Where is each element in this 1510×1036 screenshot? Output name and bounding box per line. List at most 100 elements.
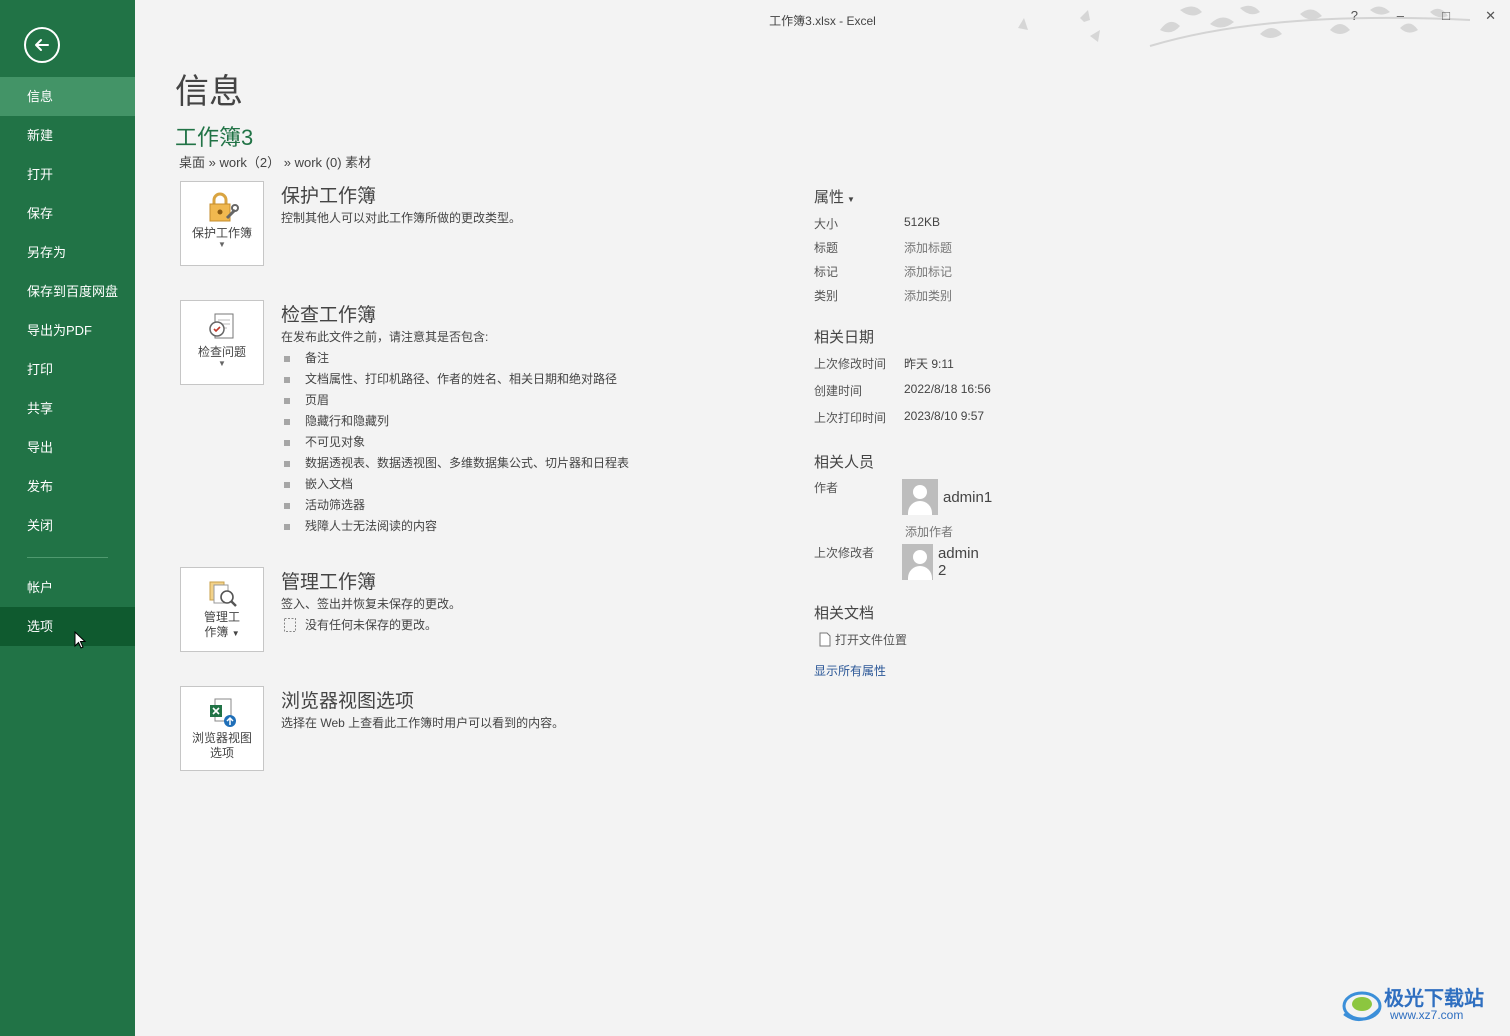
site-logo-icon	[1342, 991, 1382, 1021]
sidebar-item-print[interactable]: 打印	[0, 350, 135, 389]
printed-value: 2023/8/10 9:57	[904, 409, 985, 423]
chevron-down-icon: ▼	[847, 195, 855, 204]
manage-workbook-tile-label-2: 作簿 ▼	[204, 625, 239, 641]
sidebar-item-open[interactable]: 打开	[0, 155, 135, 194]
manage-workbook-icon	[209, 581, 237, 607]
properties-dropdown[interactable]: 属性 ▼	[814, 186, 855, 207]
info-panel: 信息 工作簿3 桌面 » work（2） » work (0) 素材 保护工作簿…	[135, 0, 1510, 1036]
author-name: admin1	[943, 488, 993, 506]
inspect-document-icon	[209, 313, 234, 339]
unsaved-changes-text: 没有任何未保存的更改。	[305, 618, 438, 632]
sidebar-nav: 信息 新建 打开 保存 另存为 保存到百度网盘 导出为PDF 打印 共享 导出 …	[0, 77, 135, 646]
tags-label: 标记	[814, 265, 839, 279]
sidebar-item-save-as[interactable]: 另存为	[0, 233, 135, 272]
excel-web-icon	[210, 698, 236, 727]
created-value: 2022/8/18 16:56	[904, 382, 991, 396]
sidebar-item-options[interactable]: 选项	[0, 607, 135, 646]
sidebar-item-new[interactable]: 新建	[0, 116, 135, 155]
modified-value: 昨天 9:11	[904, 357, 954, 371]
list-item: 活动筛选器	[284, 495, 629, 516]
sidebar-item-info[interactable]: 信息	[0, 77, 135, 116]
properties-heading: 属性	[814, 189, 845, 206]
open-file-location-text: 打开文件位置	[835, 633, 908, 647]
add-author-field[interactable]: 添加作者	[905, 523, 953, 540]
sidebar-item-export[interactable]: 导出	[0, 428, 135, 467]
related-people-heading: 相关人员	[814, 454, 875, 471]
document-dotted-icon	[284, 617, 296, 632]
check-issues-tile-label: 检查问题	[197, 345, 246, 359]
protect-workbook-button[interactable]: 保护工作簿 ▼	[180, 181, 264, 266]
modified-label: 上次修改时间	[814, 357, 887, 371]
lock-key-icon	[209, 192, 239, 222]
document-icon	[819, 632, 831, 647]
avatar	[902, 479, 938, 515]
watermark-text: 极光下载站	[1384, 988, 1484, 1010]
last-modified-by-label: 上次修改者	[814, 546, 875, 560]
related-docs-heading: 相关文档	[814, 605, 875, 622]
browser-view-title: 浏览器视图选项	[281, 691, 415, 712]
avatar	[902, 544, 933, 580]
list-item: 不可见对象	[284, 432, 629, 453]
browser-view-tile-label-1: 浏览器视图	[191, 731, 252, 745]
dropdown-caret-icon: ▼	[218, 359, 226, 368]
check-issues-button[interactable]: 检查问题 ▼	[180, 300, 264, 385]
page-title: 信息	[175, 73, 243, 111]
list-item: 隐藏行和隐藏列	[284, 411, 629, 432]
watermark-url: www.xz7.com	[1390, 1008, 1464, 1022]
manage-title: 管理工作簿	[281, 572, 377, 593]
unsaved-changes-note: 没有任何未保存的更改。	[283, 616, 437, 633]
breadcrumb: 桌面 » work（2） » work (0) 素材	[179, 155, 372, 170]
sidebar-item-save-to-baidu[interactable]: 保存到百度网盘	[0, 272, 135, 311]
author-entry[interactable]: admin1	[902, 479, 992, 515]
arrow-left-icon	[35, 39, 49, 51]
manage-description: 签入、签出并恢复未保存的更改。	[281, 597, 462, 611]
manage-workbook-button[interactable]: 管理工 作簿 ▼	[180, 567, 264, 652]
related-dates-heading: 相关日期	[814, 329, 875, 346]
protect-workbook-tile-label: 保护工作簿	[191, 226, 252, 240]
last-modified-by-name: admin 2	[937, 545, 979, 579]
sidebar-divider	[27, 557, 108, 558]
tags-field[interactable]: 添加标记	[904, 263, 952, 280]
workbook-name: 工作簿3	[175, 125, 254, 150]
printed-label: 上次打印时间	[814, 411, 887, 425]
list-item: 嵌入文档	[284, 474, 629, 495]
size-label: 大小	[814, 217, 839, 231]
protect-title: 保护工作簿	[281, 186, 377, 207]
dropdown-caret-icon: ▼	[231, 629, 240, 638]
category-label: 类别	[814, 289, 839, 303]
open-file-location-link[interactable]: 打开文件位置	[819, 631, 907, 648]
inspect-description: 在发布此文件之前，请注意其是否包含:	[281, 330, 489, 344]
manage-workbook-tile-label-2-text: 作簿	[204, 625, 229, 639]
size-value: 512KB	[904, 215, 941, 229]
show-all-properties-link[interactable]: 显示所有属性	[814, 662, 886, 679]
protect-description: 控制其他人可以对此工作簿所做的更改类型。	[281, 211, 522, 225]
category-field[interactable]: 添加类别	[904, 287, 952, 304]
manage-workbook-tile-label-1: 管理工	[203, 610, 240, 624]
sidebar-item-share[interactable]: 共享	[0, 389, 135, 428]
sidebar-item-save[interactable]: 保存	[0, 194, 135, 233]
list-item: 残障人士无法阅读的内容	[284, 516, 629, 537]
title-label: 标题	[814, 241, 839, 255]
sidebar-item-account[interactable]: 帐户	[0, 568, 135, 607]
back-button[interactable]	[24, 27, 60, 63]
browser-view-description: 选择在 Web 上查看此工作簿时用户可以看到的内容。	[281, 716, 565, 730]
sidebar-item-close[interactable]: 关闭	[0, 506, 135, 545]
backstage-sidebar: 信息 新建 打开 保存 另存为 保存到百度网盘 导出为PDF 打印 共享 导出 …	[0, 0, 135, 1036]
title-field[interactable]: 添加标题	[904, 239, 952, 256]
list-item: 页眉	[284, 390, 629, 411]
created-label: 创建时间	[814, 384, 863, 398]
sidebar-item-publish[interactable]: 发布	[0, 467, 135, 506]
last-modified-by-entry[interactable]: admin 2	[902, 544, 984, 580]
inspect-title: 检查工作簿	[281, 305, 377, 326]
mouse-cursor-icon	[74, 631, 87, 649]
browser-view-options-button[interactable]: 浏览器视图 选项	[180, 686, 264, 771]
list-item: 文档属性、打印机路径、作者的姓名、相关日期和绝对路径	[284, 369, 629, 390]
site-watermark: 极光下载站 www.xz7.com	[1340, 982, 1500, 1028]
author-label: 作者	[814, 481, 839, 495]
inspect-list: 备注 文档属性、打印机路径、作者的姓名、相关日期和绝对路径 页眉 隐藏行和隐藏列…	[284, 348, 629, 537]
sidebar-item-export-pdf[interactable]: 导出为PDF	[0, 311, 135, 350]
dropdown-caret-icon: ▼	[218, 240, 226, 249]
list-item: 备注	[284, 348, 629, 369]
browser-view-tile-label-2: 选项	[209, 746, 234, 760]
list-item: 数据透视表、数据透视图、多维数据集公式、切片器和日程表	[284, 453, 629, 474]
